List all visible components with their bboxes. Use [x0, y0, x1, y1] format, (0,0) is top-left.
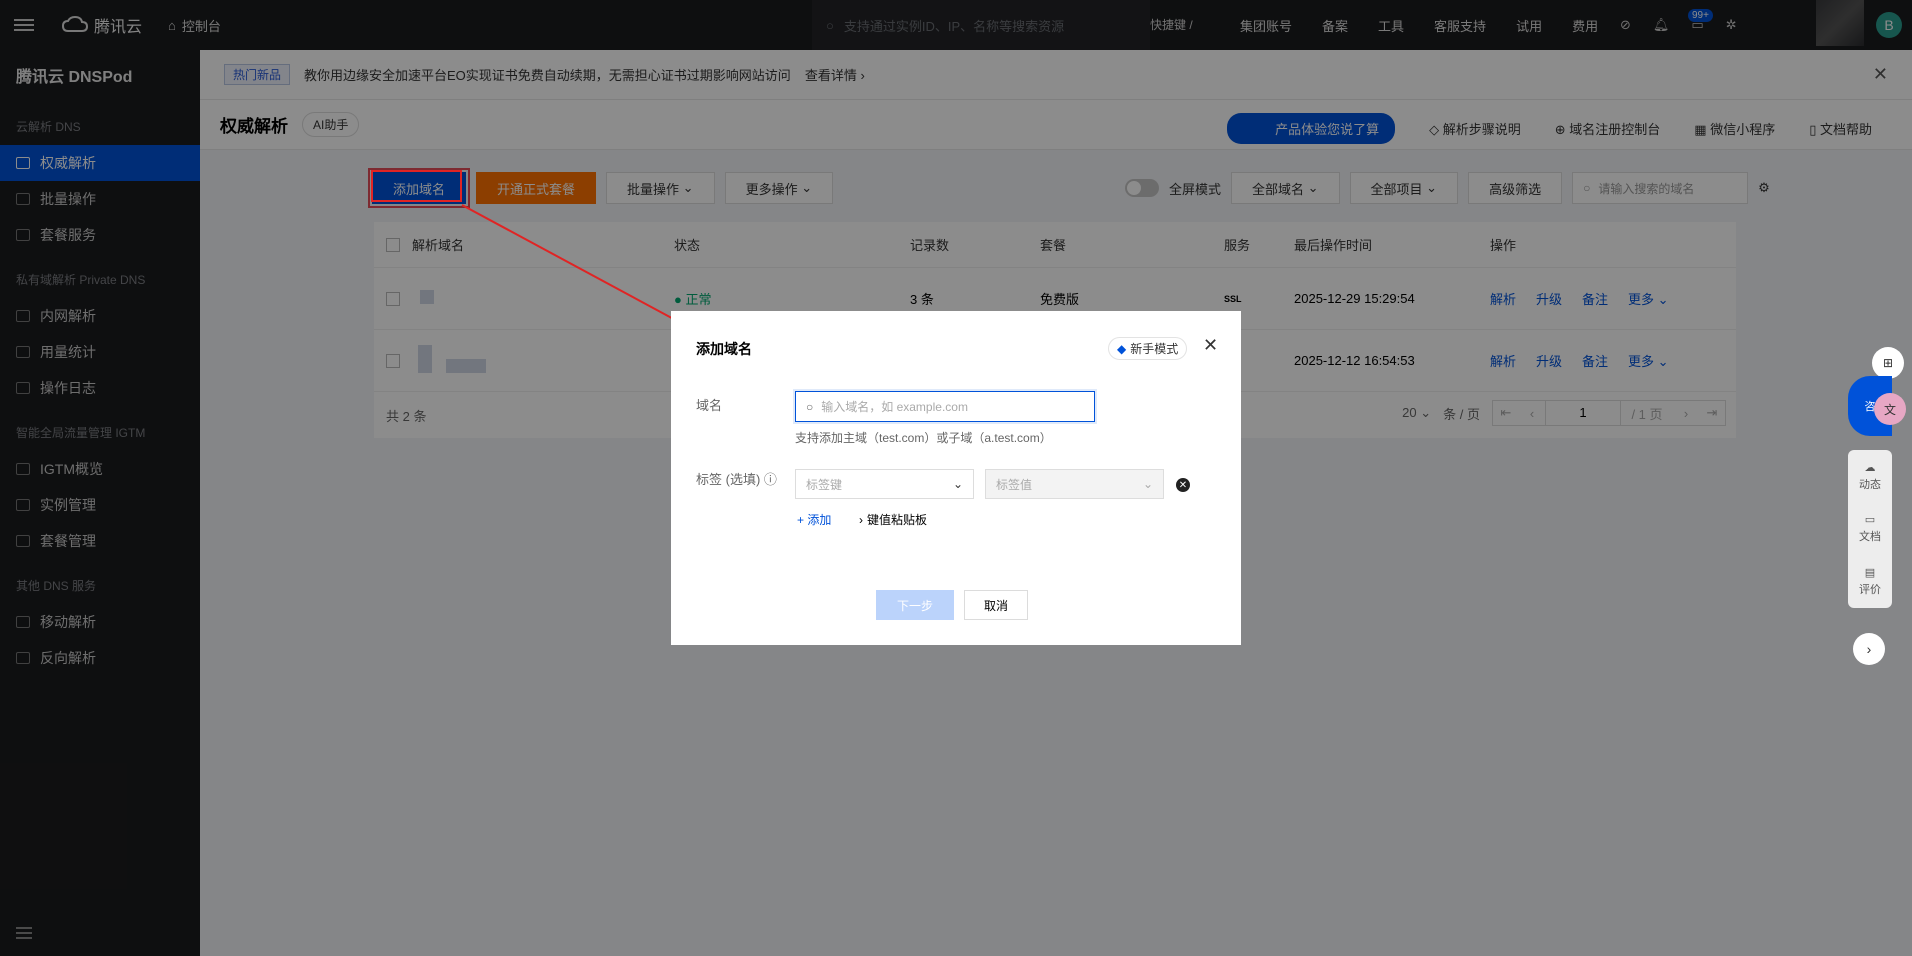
next-step-button[interactable]: 下一步 — [876, 590, 954, 620]
chevron-right-icon[interactable]: › — [1853, 633, 1885, 665]
domain-hint: 支持添加主域（test.com）或子域（a.test.com） — [795, 431, 1052, 445]
domain-input[interactable]: ○ 输入域名，如 example.com — [795, 391, 1095, 422]
chevron-down-icon: ⌄ — [1142, 477, 1153, 491]
translate-icon[interactable]: 文 — [1874, 393, 1906, 425]
dock-item-dynamic[interactable]: ☁ 动态 — [1859, 461, 1881, 492]
chevron-down-icon: ⌄ — [952, 477, 963, 491]
book-icon: ▭ — [1864, 514, 1876, 527]
novice-mode-button[interactable]: ◆ 新手模式 — [1108, 337, 1188, 360]
tag-value-select[interactable]: 标签值 ⌄ — [985, 469, 1164, 499]
info-icon[interactable]: ⓘ — [764, 472, 777, 487]
floating-dock: ☁ 动态 ▭ 文档 ▤ 评价 — [1848, 450, 1892, 608]
kv-paste-link[interactable]: › 键值粘贴板 — [859, 511, 927, 528]
remove-tag-icon[interactable]: ✕ — [1176, 478, 1190, 492]
tag-label: 标签 (选填) ⓘ — [696, 472, 777, 487]
dock-item-review[interactable]: ▤ 评价 — [1859, 566, 1881, 597]
apps-add-icon[interactable]: ⊞ — [1872, 347, 1904, 379]
comment-icon: ▤ — [1864, 567, 1876, 580]
cloud-icon: ☁ — [1864, 461, 1876, 474]
dock-item-docs[interactable]: ▭ 文档 — [1859, 513, 1881, 544]
circle-chevron-icon: › — [859, 512, 863, 527]
domain-label: 域名 — [696, 398, 723, 413]
add-tag-link[interactable]: + 添加 — [797, 511, 831, 528]
search-icon: ○ — [806, 399, 814, 414]
add-domain-dialog: 添加域名 ◆ 新手模式 ✕ 域名 ○ 输入域名，如 example.com 支持… — [671, 311, 1241, 645]
tag-key-select[interactable]: 标签键 ⌄ — [795, 469, 974, 499]
cancel-button[interactable]: 取消 — [964, 590, 1028, 620]
cube-icon: ◆ — [1117, 341, 1127, 356]
close-icon[interactable]: ✕ — [1203, 335, 1218, 356]
dialog-title: 添加域名 — [696, 341, 752, 357]
